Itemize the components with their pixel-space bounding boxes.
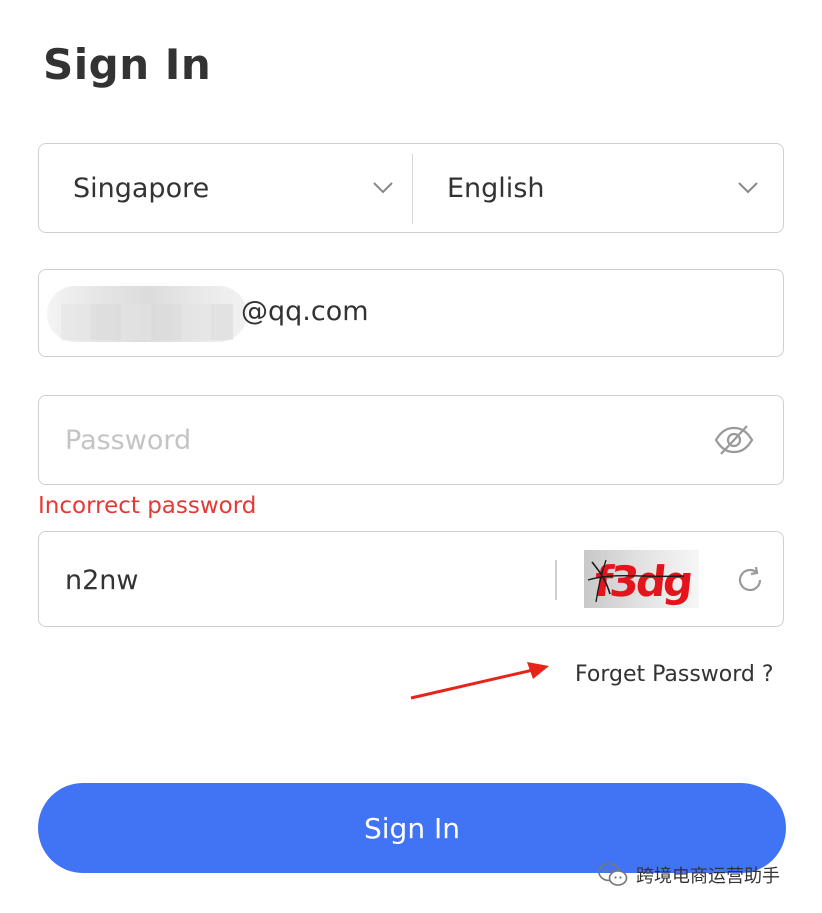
sign-in-button[interactable]: Sign In xyxy=(38,783,786,873)
captcha-image[interactable]: f3dg xyxy=(584,550,699,608)
captcha-image-text: f3dg xyxy=(592,557,693,606)
chevron-down-icon xyxy=(738,182,758,194)
eye-slash-icon[interactable] xyxy=(713,423,755,457)
email-visible-suffix: @qq.com xyxy=(241,296,369,327)
captcha-field: f3dg xyxy=(38,531,784,627)
captcha-divider xyxy=(555,560,557,600)
password-field xyxy=(38,395,784,485)
page-title: Sign In xyxy=(43,40,212,89)
watermark: 跨境电商运营助手 xyxy=(598,862,780,888)
chevron-down-icon xyxy=(373,182,393,194)
refresh-icon[interactable] xyxy=(735,565,765,595)
language-select-value: English xyxy=(447,172,545,204)
password-input[interactable] xyxy=(65,418,685,462)
email-redaction-blur xyxy=(47,286,247,342)
captcha-input[interactable] xyxy=(65,558,545,602)
region-select[interactable]: Singapore xyxy=(39,144,412,232)
forget-password-link[interactable]: Forget Password ? xyxy=(575,662,774,687)
email-field[interactable]: @qq.com xyxy=(38,269,784,357)
language-select[interactable]: English xyxy=(413,144,785,232)
region-language-group: Singapore English xyxy=(38,143,784,233)
annotation-arrow-icon xyxy=(410,662,549,700)
wechat-icon xyxy=(598,862,628,886)
password-error-message: Incorrect password xyxy=(38,493,257,519)
watermark-text: 跨境电商运营助手 xyxy=(636,866,780,887)
region-select-value: Singapore xyxy=(73,172,210,204)
